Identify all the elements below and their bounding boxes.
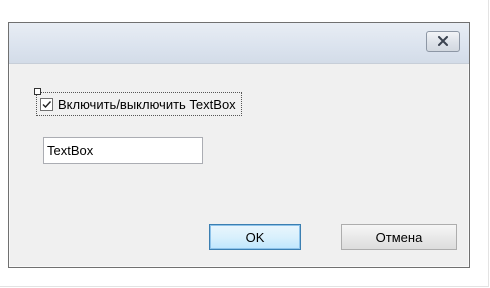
textbox-input[interactable]: TextBox	[43, 137, 203, 164]
enable-textbox-checkbox-row[interactable]: Включить/выключить TextBox	[34, 88, 242, 116]
close-button[interactable]	[426, 31, 460, 52]
focus-handle	[34, 88, 41, 95]
checkmark-icon	[42, 100, 52, 108]
close-icon	[437, 33, 449, 51]
cancel-button[interactable]: Отмена	[341, 224, 457, 250]
checkbox-label: Включить/выключить TextBox	[58, 96, 236, 112]
ok-button[interactable]: OK	[209, 224, 301, 250]
title-bar[interactable]	[9, 23, 469, 64]
enable-textbox-checkbox[interactable]	[40, 97, 53, 111]
